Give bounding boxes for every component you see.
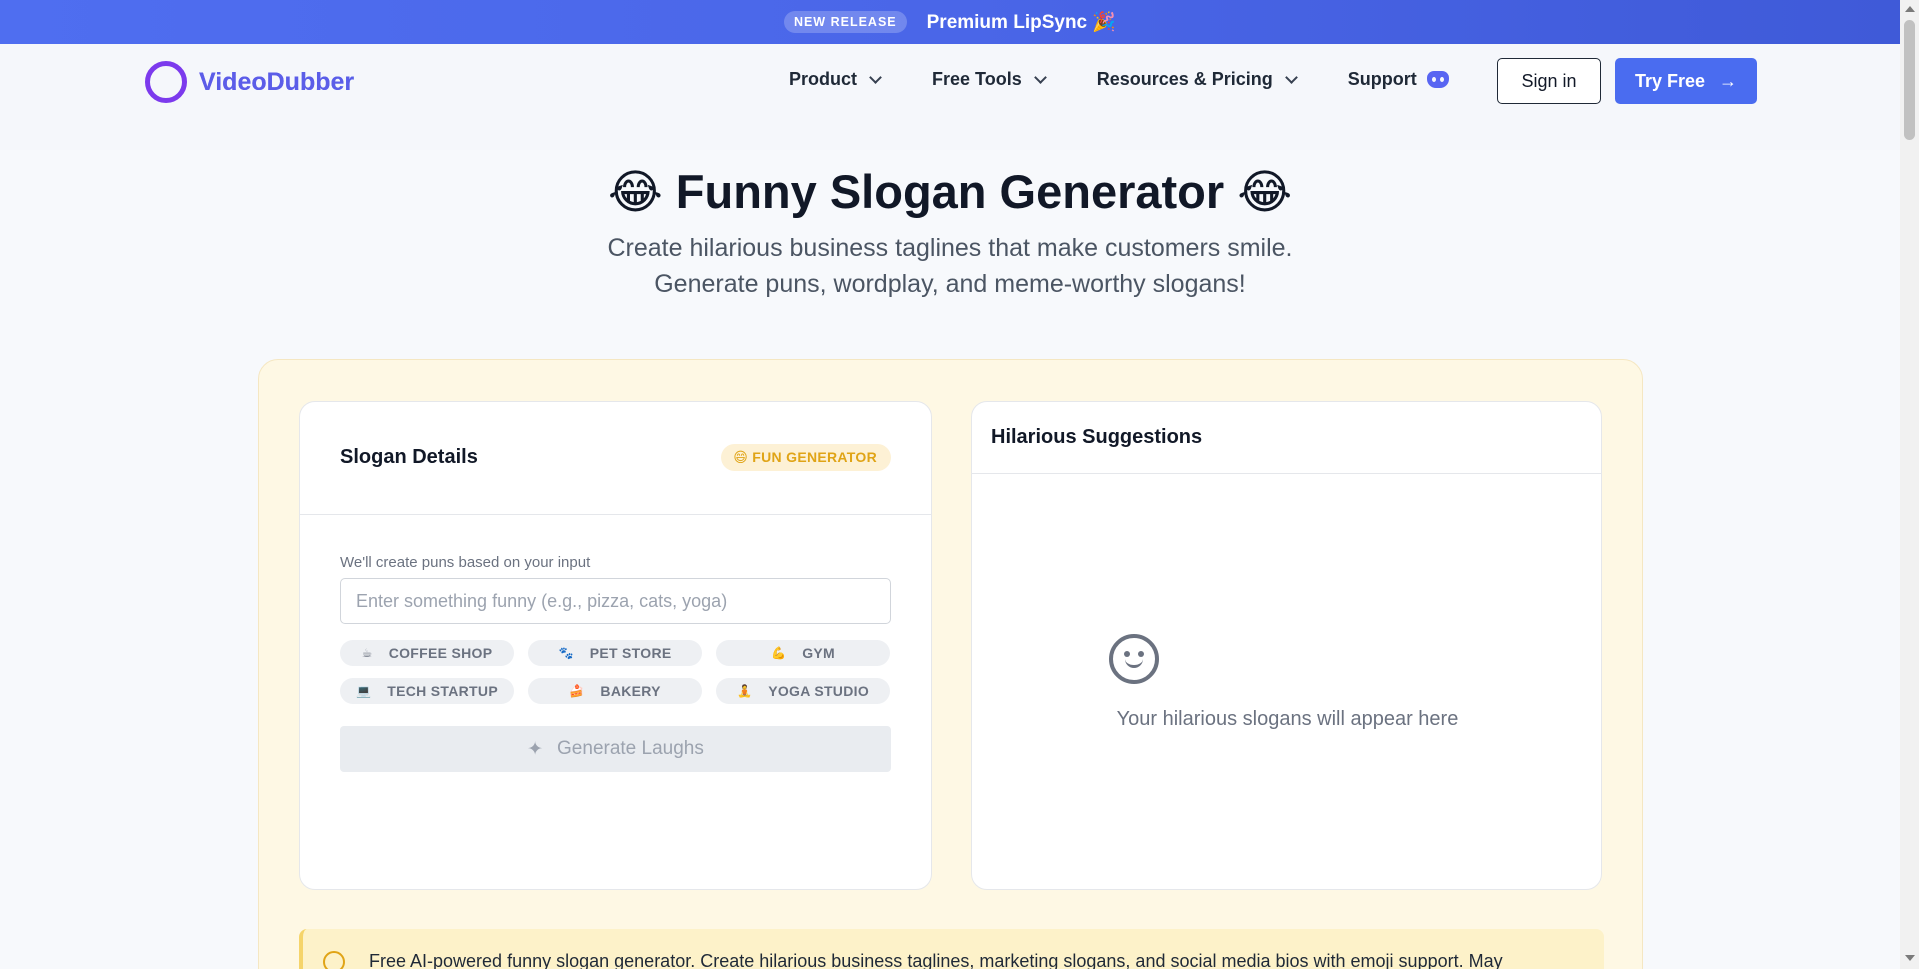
chip-gym[interactable]: 💪 GYM — [716, 640, 890, 666]
chip-yoga-studio[interactable]: 🧘 YOGA STUDIO — [716, 678, 890, 704]
coffee-icon: ☕ — [361, 646, 373, 660]
info-banner: Free AI-powered funny slogan generator. … — [299, 929, 1604, 969]
flexed-bicep-icon: 💪 — [770, 646, 787, 660]
empty-state-text: Your hilarious slogans will appear here — [1116, 708, 1459, 730]
page-subtitle: Create hilarious business taglines that … — [0, 230, 1900, 302]
suggestions-card: Hilarious Suggestions Your hilarious slo… — [971, 401, 1602, 890]
scroll-down-icon[interactable] — [1905, 955, 1915, 961]
generate-laughs-button[interactable]: ✦ Generate Laughs — [340, 726, 891, 772]
nav-label: Resources & Pricing — [1096, 69, 1273, 89]
arrow-right-icon: → — [1719, 70, 1738, 91]
chevron-down-icon — [869, 70, 882, 84]
yoga-icon: 🧘 — [736, 684, 753, 698]
sparkle-icon: ✦ — [527, 738, 544, 760]
cake-icon: 🍰 — [569, 684, 585, 698]
chip-label: GYM — [802, 645, 836, 661]
sign-in-button[interactable]: Sign in — [1497, 58, 1601, 104]
logo-text: VideoDubber — [199, 67, 355, 96]
slogan-details-card: Slogan Details 😄 FUN GENERATOR We'll cre… — [299, 401, 932, 890]
slogan-details-title: Slogan Details — [340, 446, 478, 468]
subtitle-line-2: Generate puns, wordplay, and meme-worthy… — [654, 270, 1246, 298]
page-title: 😂 Funny Slogan Generator 😂 — [607, 165, 1293, 218]
announcement-message[interactable]: Premium LipSync 🎉 — [927, 10, 1116, 34]
page-scrollbar[interactable] — [1900, 0, 1919, 969]
site-header: VideoDubber Product Free Tools Resources… — [0, 44, 1900, 150]
chevron-down-icon — [1284, 70, 1298, 84]
chip-label: TECH STARTUP — [387, 683, 498, 699]
empty-state: Your hilarious slogans will appear here — [972, 634, 1603, 731]
slogan-input[interactable] — [340, 578, 891, 624]
smile-info-icon — [323, 951, 345, 969]
paw-icon: 🐾 — [558, 646, 574, 660]
logo[interactable]: VideoDubber — [145, 61, 354, 103]
scroll-thumb[interactable] — [1904, 20, 1915, 140]
nav-item-support[interactable]: Support — [1348, 69, 1449, 90]
fun-generator-badge: 😄 FUN GENERATOR — [721, 444, 891, 471]
chip-label: YOGA STUDIO — [768, 683, 870, 699]
laptop-icon: 💻 — [356, 684, 372, 698]
discord-icon — [1426, 71, 1449, 88]
logo-ring-icon — [145, 61, 187, 103]
scroll-up-icon[interactable] — [1905, 6, 1915, 12]
subtitle-line-1: Create hilarious business taglines that … — [607, 234, 1293, 262]
info-text: Free AI-powered funny slogan generator. … — [369, 951, 1503, 969]
try-free-button[interactable]: Try Free → — [1615, 58, 1757, 104]
chip-coffee-shop[interactable]: ☕ COFFEE SHOP — [340, 640, 514, 666]
announcement-bar[interactable]: NEW RELEASE Premium LipSync 🎉 — [0, 0, 1900, 44]
nav-label: Product — [789, 69, 858, 89]
chip-tech-startup[interactable]: 💻 TECH STARTUP — [340, 678, 514, 704]
smiley-icon — [1109, 634, 1159, 684]
chip-label: COFFEE SHOP — [388, 645, 493, 661]
chip-label: PET STORE — [589, 645, 672, 661]
nav-item-free-tools[interactable]: Free Tools — [932, 69, 1047, 90]
generate-label: Generate Laughs — [557, 738, 704, 759]
nav-label: Free Tools — [932, 69, 1022, 89]
suggestions-title: Hilarious Suggestions — [991, 426, 1203, 448]
chip-pet-store[interactable]: 🐾 PET STORE — [528, 640, 702, 666]
card-header: Hilarious Suggestions — [972, 402, 1601, 474]
chevron-down-icon — [1033, 70, 1047, 84]
input-label: We'll create puns based on your input — [340, 554, 591, 571]
card-header: Slogan Details 😄 FUN GENERATOR — [300, 402, 931, 515]
nav-item-product[interactable]: Product — [789, 69, 882, 90]
suggestion-chips: ☕ COFFEE SHOP 🐾 PET STORE 💪 GYM 💻 TECH S… — [340, 640, 891, 704]
generator-panel: Slogan Details 😄 FUN GENERATOR We'll cre… — [258, 359, 1643, 969]
chip-bakery[interactable]: 🍰 BAKERY — [528, 678, 702, 704]
nav-item-resources-pricing[interactable]: Resources & Pricing — [1096, 69, 1298, 90]
main-nav: Product Free Tools Resources & Pricing S… — [789, 69, 1501, 90]
try-free-label: Try Free — [1634, 70, 1706, 91]
new-release-badge: NEW RELEASE — [783, 11, 907, 33]
nav-label: Support — [1347, 69, 1417, 89]
chip-label: BAKERY — [600, 683, 661, 699]
